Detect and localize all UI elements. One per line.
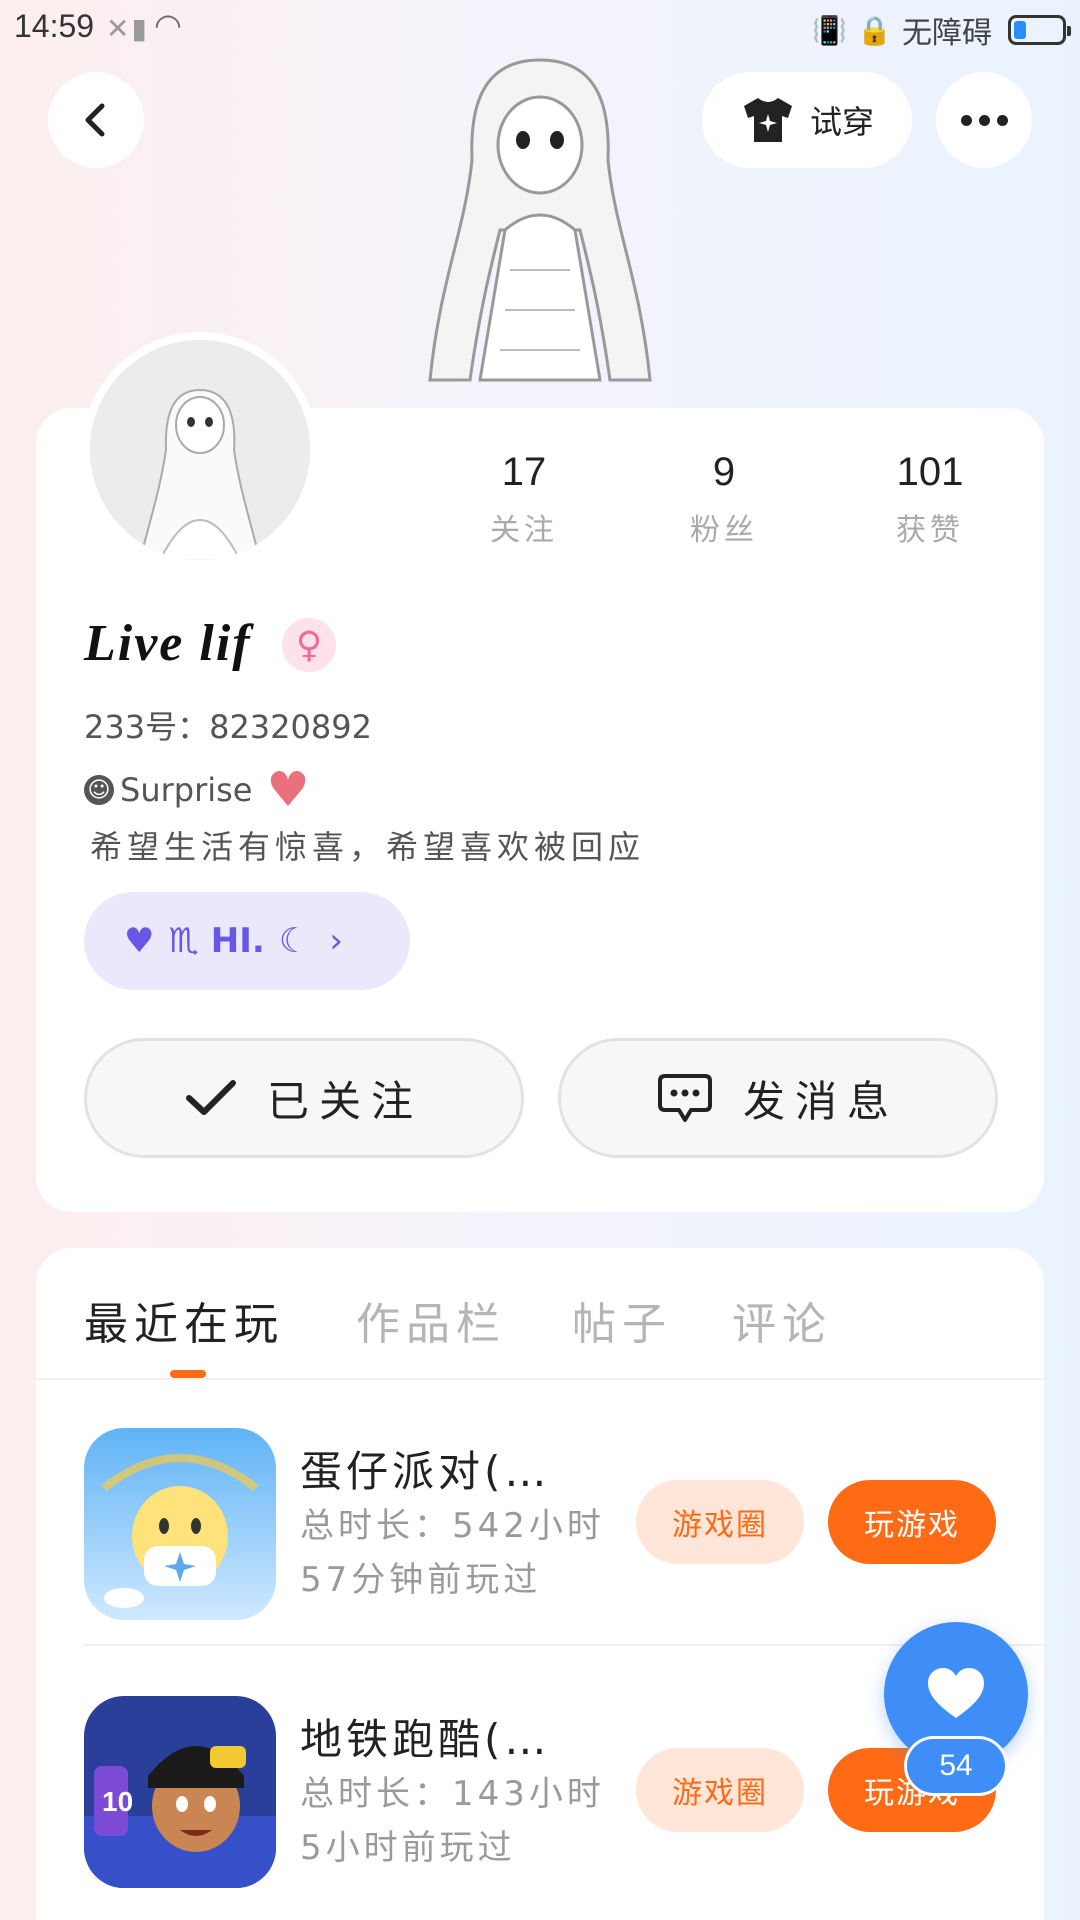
back-button[interactable]	[48, 72, 144, 168]
bio-line-1: ☺ Surprise ♥	[84, 766, 310, 814]
tag-pill[interactable]: ♥ ♏ HI. ☾ ›	[84, 892, 410, 990]
heart-icon	[928, 1668, 984, 1718]
chat-bubble-icon	[657, 1074, 712, 1122]
dot-icon	[996, 114, 1008, 126]
game-icon-eggy-party-art	[84, 1428, 276, 1620]
tab-recently-played[interactable]: 最近在玩	[84, 1288, 284, 1352]
dot-icon	[978, 114, 990, 126]
gender-female-icon: ♀	[282, 618, 336, 672]
avatar-image	[90, 340, 310, 560]
moon-face-icon: ☾	[278, 921, 310, 961]
game-icon-eggy-party[interactable]	[84, 1428, 276, 1620]
game-last-played: 57分钟前玩过	[300, 1560, 542, 1600]
tab-bar: 最近在玩 作品栏 帖子 评论	[36, 1248, 1044, 1380]
game-row[interactable]: 蛋仔派对(… 总时长：542小时 57分钟前玩过 游戏圈 玩游戏	[84, 1380, 1044, 1646]
chevron-right-icon: ›	[329, 921, 343, 961]
send-message-label: 发消息	[742, 1076, 899, 1126]
tab-comments[interactable]: 评论	[732, 1288, 832, 1352]
status-bar: 14:59 ✕▮ ◠ 📳 🔒 无障碍	[0, 0, 1080, 56]
fans-count: 9	[712, 450, 736, 494]
double-heart-icon: ♥	[124, 921, 155, 961]
followed-label: 已关注	[266, 1076, 423, 1126]
status-right: 📳 🔒 无障碍	[812, 8, 1071, 52]
battery-icon	[1008, 15, 1071, 45]
wifi-icon: ◠	[154, 6, 182, 44]
fans-label: 粉丝	[690, 513, 758, 548]
try-on-button[interactable]: 试穿	[702, 72, 912, 168]
vibrate-icon: 📳	[812, 13, 848, 47]
user-id: 233号：82320892	[84, 708, 372, 746]
tshirt-icon	[743, 98, 792, 142]
tab-works[interactable]: 作品栏	[356, 1288, 506, 1352]
like-count-badge: 54	[904, 1736, 1008, 1796]
smiley-icon: ☺	[84, 775, 114, 805]
accessibility-label: 无障碍	[902, 17, 992, 50]
active-tab-indicator	[170, 1370, 206, 1378]
signal-icon: ✕▮	[106, 12, 149, 45]
chevron-left-icon	[85, 103, 105, 137]
tag-text: ♏ HI.	[168, 921, 265, 961]
following-label: 关注	[490, 513, 558, 548]
game-last-played: 5小时前玩过	[300, 1828, 516, 1868]
check-icon	[185, 1080, 236, 1115]
avatar[interactable]	[82, 332, 318, 568]
bio-line-1-text: Surprise	[120, 771, 253, 809]
bio-line-2: 希望生活有惊喜，希望喜欢被回应	[90, 828, 646, 866]
following-count: 17	[501, 450, 547, 494]
status-time: 14:59	[14, 8, 95, 44]
game-icon-subway-surfers-art: 10	[84, 1696, 276, 1888]
stat-fans[interactable]: 9 粉丝	[654, 450, 794, 549]
svg-text:10: 10	[102, 1786, 133, 1817]
battery-level	[1014, 21, 1026, 39]
game-total-time: 总时长：542小时	[300, 1506, 605, 1546]
game-name: 地铁跑酷(…	[300, 1715, 551, 1764]
more-options-button[interactable]	[936, 72, 1032, 168]
game-circle-button[interactable]: 游戏圈	[636, 1748, 804, 1832]
heart-icon: ♥	[266, 762, 310, 818]
game-icon-subway-surfers[interactable]: 10	[84, 1696, 276, 1888]
play-game-button[interactable]: 玩游戏	[828, 1480, 996, 1564]
dot-icon	[960, 114, 972, 126]
game-circle-button[interactable]: 游戏圈	[636, 1480, 804, 1564]
followed-button[interactable]: 已关注	[84, 1038, 524, 1158]
game-total-time: 总时长：143小时	[300, 1774, 605, 1814]
likes-label: 获赞	[896, 513, 964, 548]
stat-likes[interactable]: 101 获赞	[860, 450, 1000, 549]
tab-posts[interactable]: 帖子	[572, 1288, 672, 1352]
games-card: 最近在玩 作品栏 帖子 评论 蛋仔派对(… 总时长：542小时 57分钟前玩过 …	[36, 1248, 1044, 1920]
likes-count: 101	[896, 450, 964, 494]
avatar-figure-illustration	[428, 58, 652, 382]
send-message-button[interactable]: 发消息	[558, 1038, 998, 1158]
lock-icon: 🔒	[857, 13, 892, 47]
try-on-label: 试穿	[809, 103, 874, 141]
game-name: 蛋仔派对(…	[300, 1447, 551, 1496]
username: Live lif	[84, 615, 252, 672]
stat-following[interactable]: 17 关注	[454, 450, 594, 549]
